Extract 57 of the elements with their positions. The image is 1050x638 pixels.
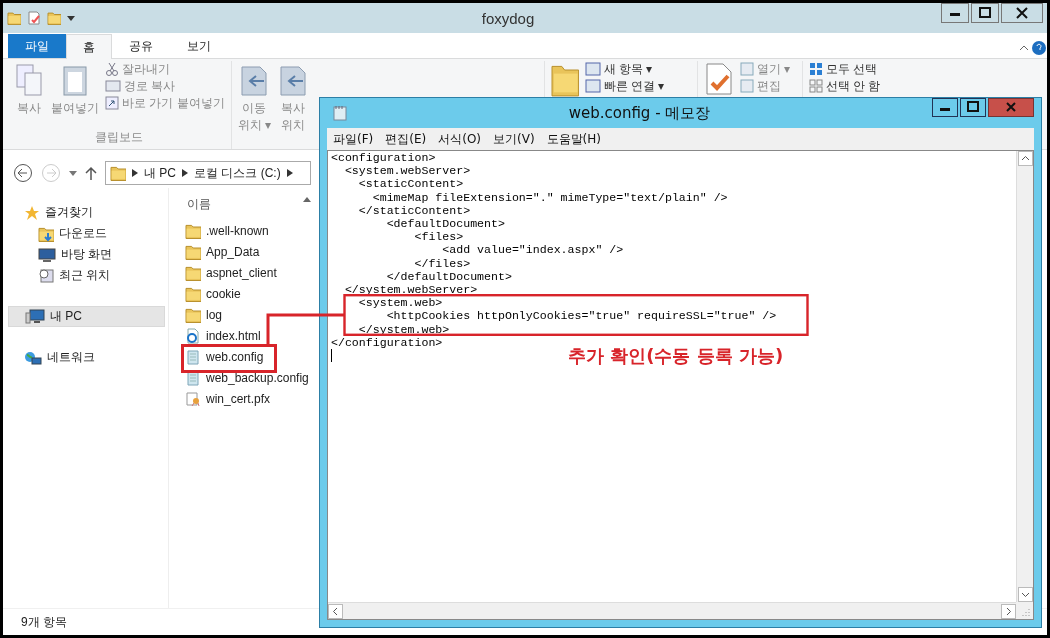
code-line: <staticContent>: [357, 177, 464, 191]
ribbon-button[interactable]: 선택 안 함: [808, 78, 909, 94]
ribbon-button[interactable]: 모두 선택: [808, 61, 909, 77]
ribbon-button[interactable]: 이동 위치 ▾: [237, 61, 271, 149]
code-line: </staticContent>: [357, 203, 471, 217]
code-line: <add value="index.aspx" />: [441, 243, 624, 257]
sidebar-item[interactable]: 즐겨찾기: [3, 202, 93, 223]
menu-item[interactable]: 파일(F): [333, 130, 374, 148]
annotation-text: 추가 확인(수동 등록 가능): [568, 344, 784, 368]
ribbon-button[interactable]: 새 항목 ▾: [584, 61, 665, 77]
menu-item[interactable]: 서식(O): [438, 130, 482, 148]
file-item[interactable]: cookie: [185, 283, 241, 304]
menu-item[interactable]: 도움말(H): [546, 130, 601, 148]
code-line: <configuration>: [331, 151, 436, 165]
ribbon-button[interactable]: 복사 위치: [277, 61, 309, 149]
code-line: </system.web>: [357, 322, 450, 336]
ribbon-button[interactable]: 경로 복사: [105, 78, 225, 94]
ribbon-button[interactable]: 바로 가기 붙여넣기: [105, 95, 225, 111]
ribbon-button[interactable]: 붙여넣기: [51, 61, 99, 129]
code-line: <httpCookies httpOnlyCookies="true" requireSSL="true" />: [385, 309, 777, 323]
code-line: <defaultDocument>: [385, 217, 505, 231]
sidebar-item[interactable]: 내 PC: [8, 306, 165, 327]
sidebar-item[interactable]: 네트워크: [3, 347, 95, 368]
code-line: <files>: [413, 230, 464, 244]
menu-item[interactable]: 보기(V): [493, 130, 535, 148]
ribbon-button[interactable]: 복사: [13, 61, 45, 129]
file-item[interactable]: win_cert.pfx: [185, 388, 271, 409]
ribbon-tab[interactable]: 보기: [170, 34, 228, 58]
address-bar[interactable]: 내 PC 로컬 디스크 (C:): [105, 161, 311, 185]
code-line: </system.webServer>: [343, 283, 478, 297]
ribbon-tab[interactable]: 공유: [112, 34, 170, 58]
sidebar-item[interactable]: 최근 위치: [3, 265, 111, 286]
file-item[interactable]: App_Data: [185, 241, 260, 262]
ribbon-tab[interactable]: 파일: [8, 34, 66, 58]
code-line: </configuration>: [331, 335, 443, 350]
menu-item[interactable]: 편집(E): [385, 130, 427, 148]
code-line: <mimeMap fileExtension="." mimeType="text/plain" />: [371, 190, 728, 204]
sidebar-item[interactable]: 바탕 화면: [3, 244, 113, 265]
file-item[interactable]: aspnet_client: [185, 262, 277, 283]
file-item[interactable]: log: [185, 304, 222, 325]
ribbon-button[interactable]: 빠른 연결 ▾: [584, 78, 665, 94]
sidebar-item[interactable]: 다운로드: [3, 223, 107, 244]
breadcrumb[interactable]: 로컬 디스크 (C:): [194, 164, 281, 182]
file-item[interactable]: .well-known: [185, 220, 269, 241]
file-item[interactable]: index.html: [185, 325, 261, 346]
code-line: </defaultDocument>: [385, 269, 512, 284]
ribbon-tab[interactable]: 홈: [66, 34, 112, 59]
file-item[interactable]: web_backup.config: [185, 367, 309, 388]
code-line: <system.webServer>: [343, 164, 471, 178]
code-line: </files>: [413, 256, 471, 270]
group-label: 클립보드: [93, 129, 144, 146]
window-title: web.config - 메모장: [567, 103, 712, 123]
window-title: foxydog: [480, 9, 536, 27]
column-header[interactable]: 이름: [187, 196, 211, 214]
breadcrumb[interactable]: 내 PC: [144, 164, 176, 182]
file-item[interactable]: web.config: [185, 346, 264, 367]
code-line: <system.web>: [357, 296, 443, 310]
